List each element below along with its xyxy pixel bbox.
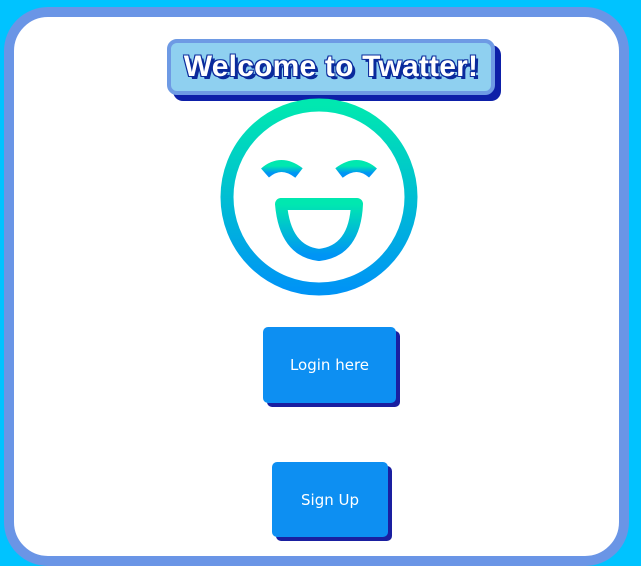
login-button[interactable]: Login here — [263, 327, 396, 403]
title-banner: Welcome to Twatter! — [167, 39, 495, 95]
page-title: Welcome to Twatter! — [183, 50, 479, 83]
signup-button[interactable]: Sign Up — [272, 462, 388, 537]
main-card: Welcome to Twatter! Login here Sign Up — [4, 7, 629, 566]
smiley-face-icon — [220, 98, 418, 296]
